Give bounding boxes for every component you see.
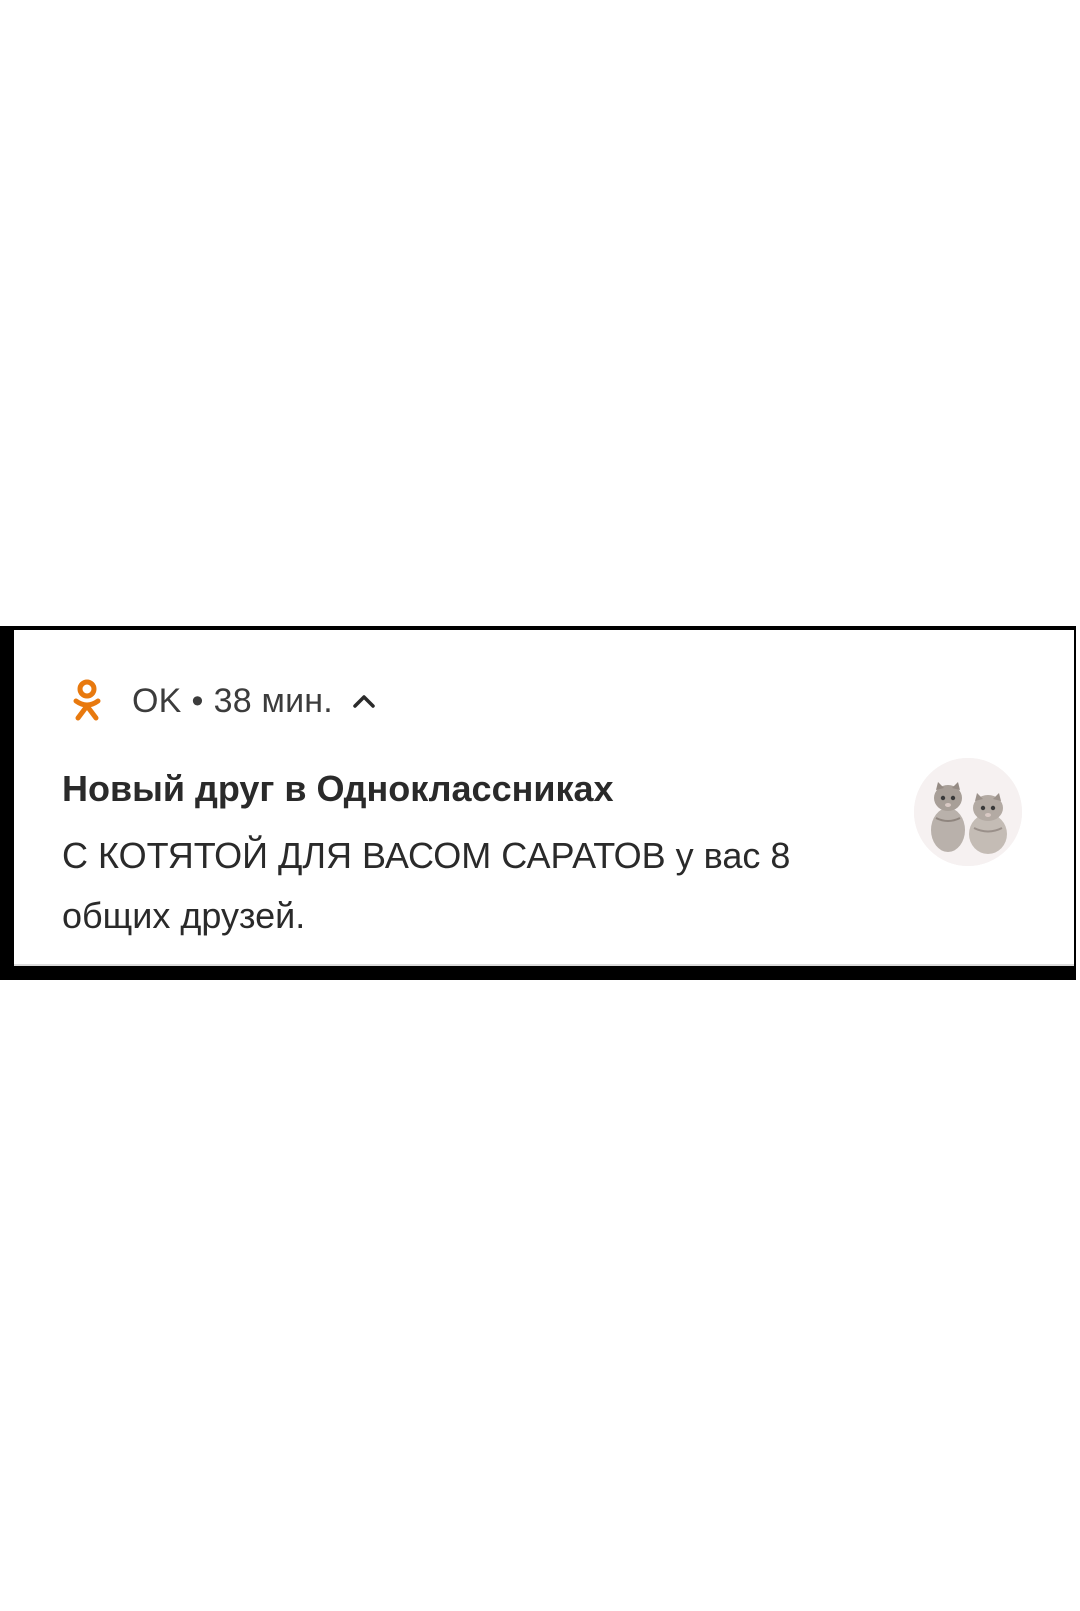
app-name: OK <box>132 681 182 720</box>
notification-header: OK • 38 мин. <box>72 676 377 726</box>
notification-body: С КОТЯТОЙ ДЛЯ ВАСОМ САРАТОВ у вас 8 общи… <box>62 835 791 936</box>
notification-frame: OK • 38 мин. Новый друг в Одноклассниках С… <box>0 626 1076 980</box>
notification-time: 38 мин. <box>213 681 333 720</box>
notification-divider <box>14 964 1074 966</box>
separator-dot: • <box>191 681 204 720</box>
odnoklassniki-logo-icon <box>72 679 102 723</box>
notification-card[interactable]: OK • 38 мин. Новый друг в Одноклассниках С… <box>14 630 1074 966</box>
notification-meta: OK • 38 мин. <box>132 682 333 721</box>
notification-title: Новый друг в Одноклассниках <box>62 768 614 809</box>
chevron-up-icon[interactable] <box>351 691 377 711</box>
kittens-avatar-image <box>914 758 1022 866</box>
